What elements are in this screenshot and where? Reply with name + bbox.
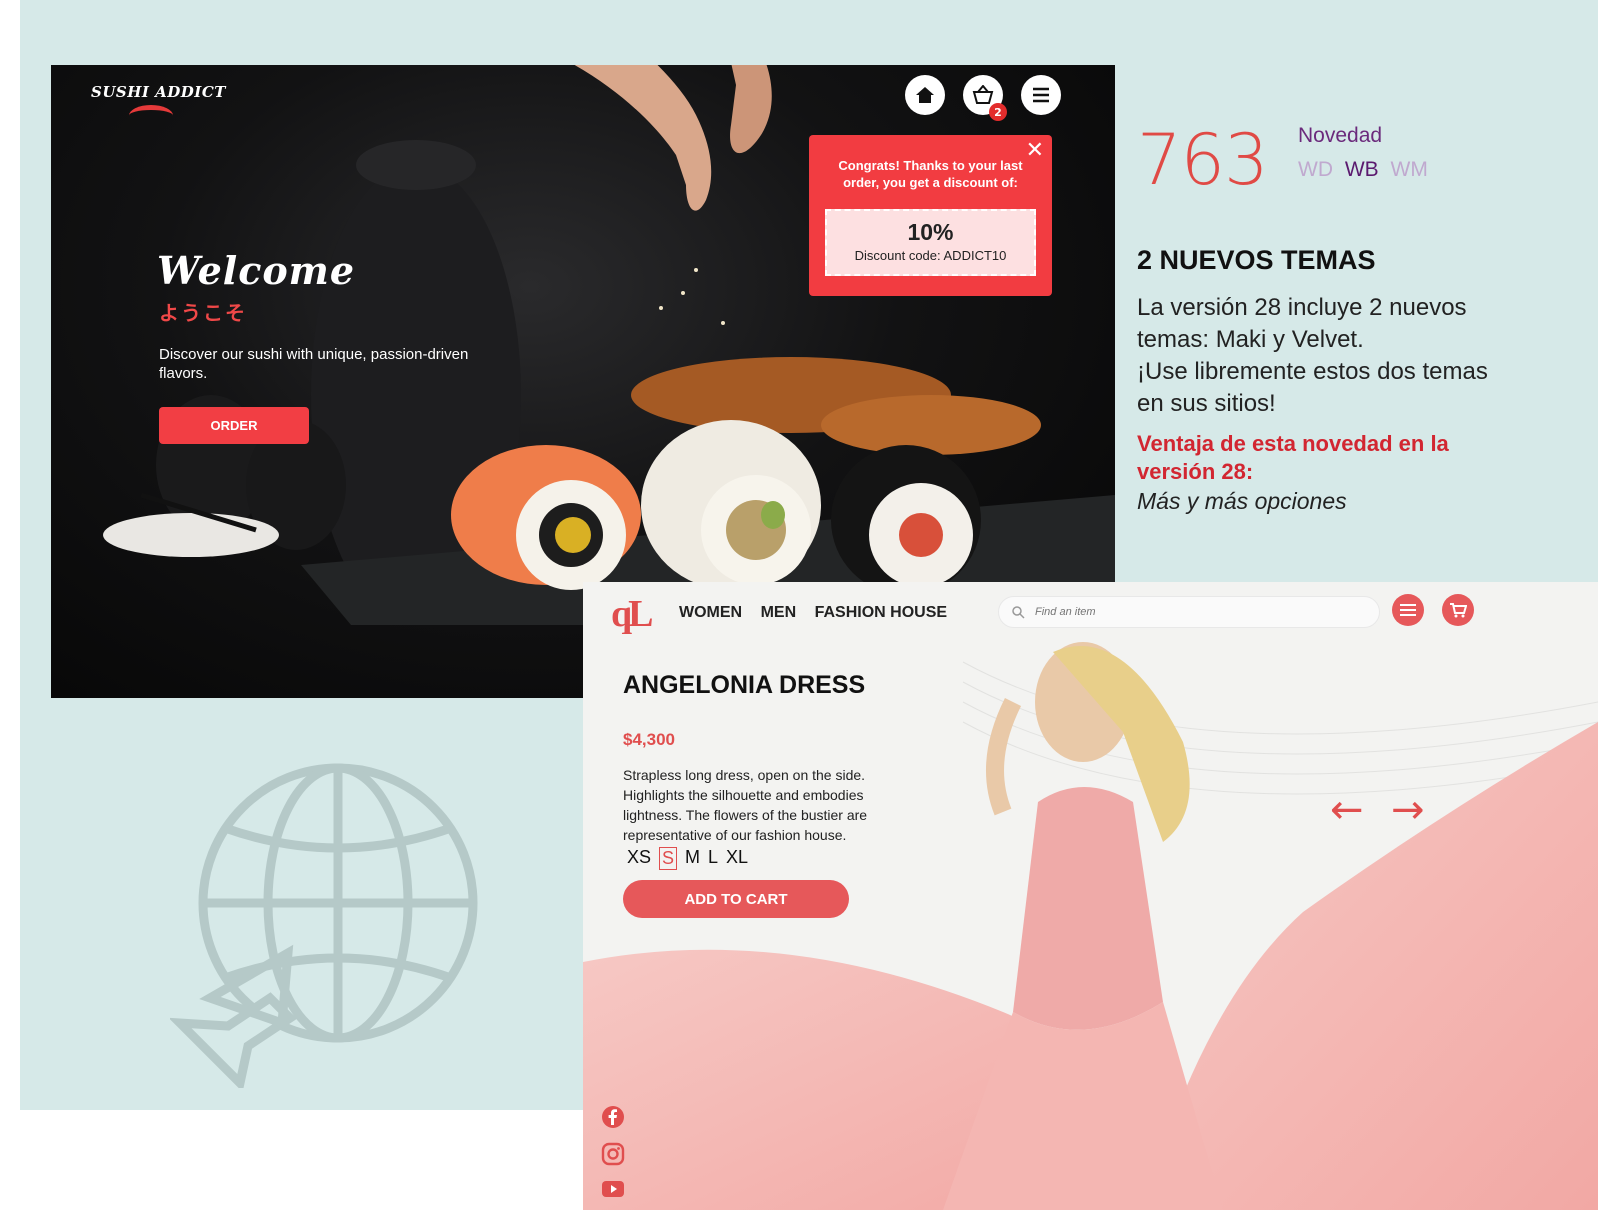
size-xs[interactable]: XS bbox=[627, 847, 651, 870]
sushi-tagline: Discover our sushi with unique, passion-… bbox=[159, 346, 469, 382]
fashion-menu-button[interactable] bbox=[1392, 594, 1424, 626]
order-button[interactable]: ORDER bbox=[159, 407, 309, 444]
nav-women[interactable]: WOMEN bbox=[679, 604, 742, 621]
size-xl[interactable]: XL bbox=[726, 847, 748, 870]
fashion-cart-button[interactable] bbox=[1442, 594, 1474, 626]
menu-icon bbox=[1400, 604, 1416, 616]
feature-description-line1: La versión 28 incluye 2 nuevos temas: Ma… bbox=[1137, 294, 1467, 353]
feature-description-line2: ¡Use libremente estos dos temas en sus s… bbox=[1137, 358, 1488, 417]
discount-code: Discount code: ADDICT10 bbox=[854, 248, 1007, 263]
size-selector: XS S M L XL bbox=[627, 847, 748, 870]
sushi-logo-arc bbox=[129, 105, 173, 126]
search-bar bbox=[998, 596, 1380, 628]
menu-button[interactable] bbox=[1021, 75, 1061, 115]
feature-heading: 2 NUEVOS TEMAS bbox=[1137, 245, 1376, 275]
discount-popup: ✕ Congrats! Thanks to your last order, y… bbox=[809, 135, 1052, 296]
home-button[interactable] bbox=[905, 75, 945, 115]
nav-fashion-house[interactable]: FASHION HOUSE bbox=[815, 604, 947, 621]
fashion-nav: WOMEN MEN FASHION HOUSE bbox=[679, 604, 961, 622]
product-description: Strapless long dress, open on the side. … bbox=[623, 767, 868, 843]
fashion-logo[interactable]: qL bbox=[611, 592, 654, 636]
variant-wm: WM bbox=[1390, 158, 1428, 181]
cart-icon bbox=[1450, 603, 1467, 618]
youtube-icon[interactable] bbox=[601, 1177, 625, 1201]
hand-illustration bbox=[574, 65, 772, 211]
product-variants: WD WB WM bbox=[1298, 158, 1434, 182]
basket-icon bbox=[972, 85, 994, 104]
discount-percent: 10% bbox=[907, 219, 954, 245]
feature-description: La versión 28 incluye 2 nuevos temas: Ma… bbox=[1137, 292, 1517, 420]
search-input[interactable] bbox=[1033, 605, 1357, 619]
basket-button[interactable]: 2 bbox=[963, 75, 1007, 121]
popup-message: Congrats! Thanks to your last order, you… bbox=[838, 158, 1023, 190]
size-m[interactable]: M bbox=[685, 847, 700, 870]
add-to-cart-button[interactable]: ADD TO CART bbox=[623, 880, 849, 918]
discount-code-box: 10% Discount code: ADDICT10 bbox=[825, 209, 1036, 276]
size-l[interactable]: L bbox=[708, 847, 718, 870]
facebook-icon[interactable] bbox=[601, 1105, 625, 1129]
advantage-detail: Más y más opciones bbox=[1137, 488, 1347, 514]
variant-wb: WB bbox=[1344, 158, 1379, 181]
fashion-site-screenshot: qL WOMEN MEN FASHION HOUSE ANGELONIA DRE… bbox=[583, 582, 1598, 1210]
menu-icon bbox=[1033, 87, 1049, 103]
product-price: $4,300 bbox=[623, 730, 675, 749]
home-icon bbox=[916, 87, 934, 103]
novedad-label: Novedad bbox=[1298, 124, 1383, 147]
next-arrow-icon[interactable]: → bbox=[1391, 787, 1425, 833]
welcome-heading: Welcome bbox=[157, 248, 356, 293]
product-title: ANGELONIA DRESS bbox=[623, 671, 866, 699]
advantage-heading: Ventaja de esta novedad en la versión 28… bbox=[1137, 431, 1449, 484]
sushi-logo[interactable]: SUSHI ADDICT bbox=[91, 83, 226, 101]
nav-men[interactable]: MEN bbox=[761, 604, 797, 621]
cart-count-badge: 2 bbox=[989, 103, 1007, 121]
feature-number: 763 bbox=[1137, 119, 1269, 201]
variant-wd: WD bbox=[1298, 158, 1333, 181]
welcome-japanese: ようこそ bbox=[159, 301, 247, 325]
search-icon bbox=[1012, 606, 1025, 619]
instagram-icon[interactable] bbox=[601, 1142, 625, 1166]
size-s[interactable]: S bbox=[659, 847, 678, 870]
globe-cursor-icon bbox=[170, 763, 478, 1088]
prev-arrow-icon[interactable]: ← bbox=[1330, 787, 1364, 833]
